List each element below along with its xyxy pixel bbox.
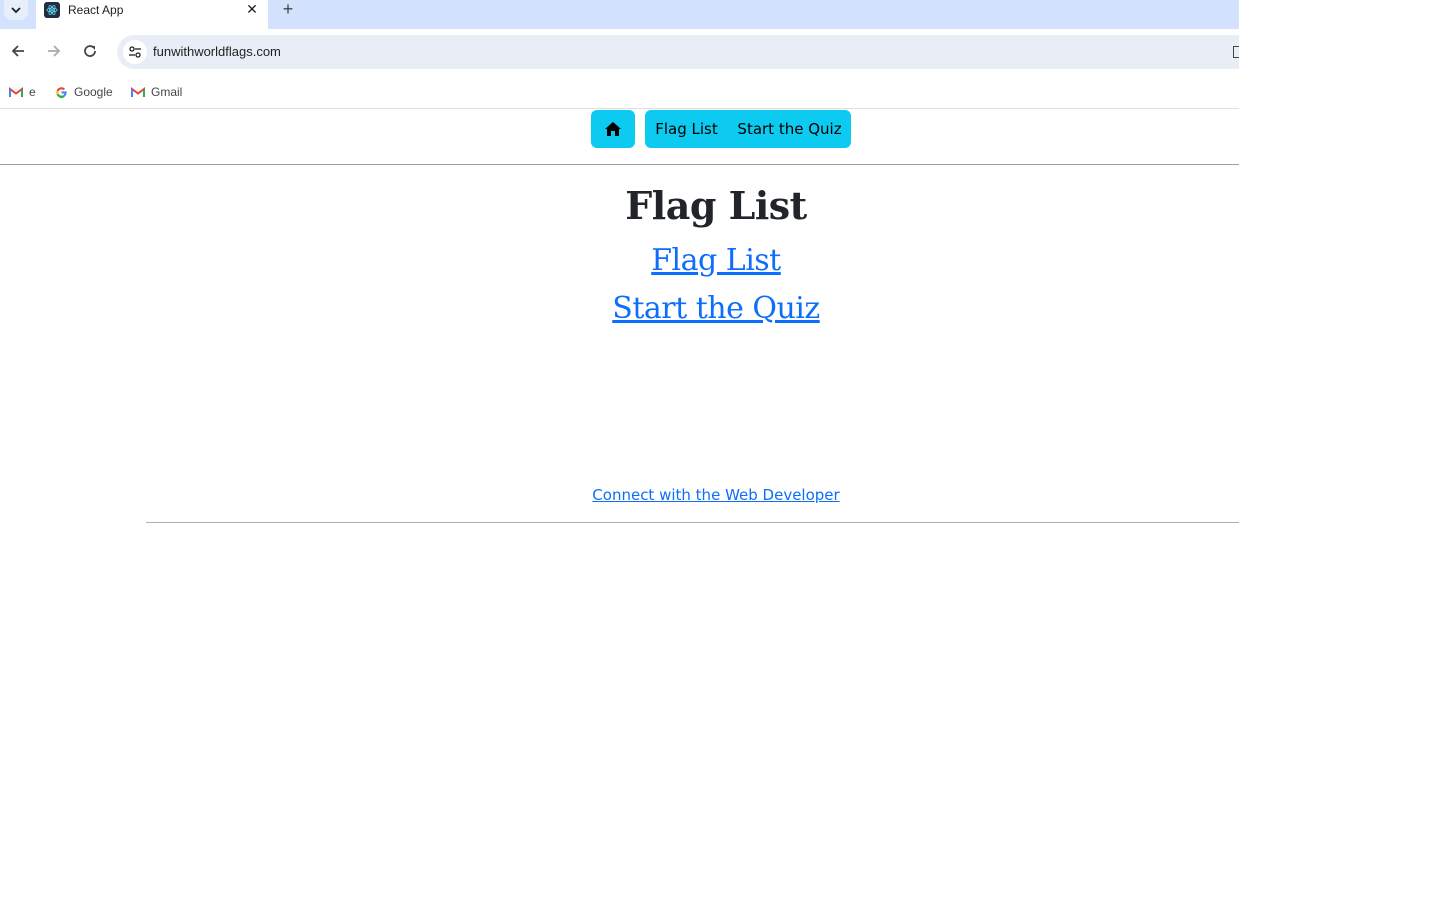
bookmarks-bar: e Google Gmail [0,75,1239,109]
gmail-icon [131,85,145,99]
browser-toolbar: funwithworldflags.com [0,29,1239,75]
browser-chrome: React App ✕ + funwithworldflags.com e Go… [0,0,1239,110]
tab-strip: React App ✕ + [0,0,1239,29]
home-icon [605,122,621,136]
react-icon [44,2,60,18]
new-tab-button[interactable]: + [278,0,298,19]
bookmark-google[interactable]: Google [54,82,113,102]
address-bar[interactable]: funwithworldflags.com [117,35,1239,69]
google-icon [54,85,68,99]
url-text[interactable]: funwithworldflags.com [153,44,281,59]
bookmark-label: Gmail [151,85,183,99]
connect-developer-link[interactable]: Connect with the Web Developer [0,486,1432,504]
bookmark-e[interactable]: e [9,82,36,102]
forward-button[interactable] [43,40,65,62]
home-button[interactable] [591,110,635,148]
arrow-right-icon [48,45,61,57]
bookmark-label: e [29,85,36,99]
chevron-down-icon [11,7,21,14]
gmail-icon [9,85,23,99]
start-quiz-button[interactable]: Start the Quiz [728,110,851,148]
flag-list-button[interactable]: Flag List [645,110,728,148]
page-content: Flag List Start the Quiz Flag List Flag … [0,110,1239,900]
close-icon[interactable]: ✕ [244,0,260,18]
bookmark-label: Google [74,85,113,99]
arrow-left-icon [11,45,24,57]
reload-icon [84,45,96,57]
tune-icon [129,46,141,58]
flag-list-link[interactable]: Flag List [0,243,1432,278]
tab-react-app[interactable]: React App ✕ [36,0,268,29]
back-button[interactable] [7,40,29,62]
side-panel-icon[interactable] [1233,46,1239,58]
site-info-button[interactable] [123,40,147,64]
start-quiz-link[interactable]: Start the Quiz [0,291,1432,326]
reload-button[interactable] [79,40,101,62]
tab-title: React App [68,3,124,17]
bookmark-gmail[interactable]: Gmail [131,82,182,102]
tab-search-button[interactable] [4,0,28,20]
site-navbar: Flag List Start the Quiz [0,110,1239,165]
page-title: Flag List [625,183,807,228]
footer-divider [146,522,1239,523]
